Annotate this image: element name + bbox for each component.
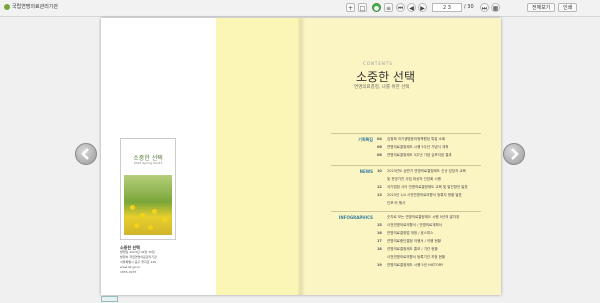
toc-text: 및 운영기관 사업 대상자 간담회 시행 <box>387 177 441 181</box>
cover-thumbnail: 소중한 선택 2023 Spring Vol.23 <box>120 138 176 240</box>
toc-text: 김정희 국가생명윤리정책원장 특집 소회 <box>387 137 446 141</box>
toc-item[interactable]: 17 연명의료중단결정 이행서 / 이행 현황 <box>377 239 441 244</box>
toc-item[interactable]: 10 2023년도 상반기 연명의료결정제도 신규 담당자 교육 <box>377 169 466 174</box>
print-button[interactable]: 인쇄 <box>558 3 578 12</box>
next-arrow-button[interactable] <box>503 143 525 165</box>
viewer-toolbar: 국립연명의료관리기관 + □ ● ≡ ⏮ ◀ ▶ 2 3 / 30 ⏭ ▦ 전체… <box>0 0 600 17</box>
site-name: 국립연명의료관리기관 <box>12 4 59 10</box>
toc-page: 13 <box>377 193 382 197</box>
next-page-icon[interactable]: ▶ <box>418 3 427 12</box>
prev-arrow-button[interactable] <box>75 143 97 165</box>
toc-item[interactable]: 19 연명의료결정제도 시행 5년 HISTORY <box>377 263 443 268</box>
total-pages: / 30 <box>464 4 474 10</box>
toc-item[interactable]: 인포 타 행사 <box>377 201 405 206</box>
view-all-button[interactable]: 전체보기 <box>527 3 556 12</box>
site-logo[interactable]: 국립연명의료관리기관 <box>4 3 58 10</box>
menu-icon[interactable]: ≡ <box>384 3 393 12</box>
section-title: INFOGRAPHICS <box>338 215 373 220</box>
divider <box>331 165 481 166</box>
toc-text: 연명의료결정제도 홍보 / 기관 현황 <box>387 247 438 251</box>
section-title: NEWS <box>359 169 373 174</box>
toc-page: 18 <box>377 247 382 251</box>
toc-item[interactable]: 06 연명의료결정제도 시행 5주년 기념식 개최 <box>377 145 448 150</box>
section-title: 기획특집 <box>358 137 373 142</box>
logo-icon <box>4 3 10 10</box>
toc-text: 연명의료결정제도 5주년 기념 심포지엄 결과 <box>387 153 452 157</box>
toc-page: 19 <box>377 263 382 267</box>
toc-item[interactable]: 12 국가법정 사이 연명의료결정제도 교육 및 발전방안 발표 <box>377 185 468 190</box>
zoom-in-button[interactable]: + <box>346 3 355 12</box>
toc-text: 2023년도 상반기 연명의료결정제도 신규 담당자 교육 <box>387 169 466 173</box>
toc-text: 숫자로 보는 연명의료결정제도 시행 5년의 발자취 <box>387 215 460 219</box>
last-page-icon[interactable]: ⏭ <box>480 3 489 12</box>
first-page-icon[interactable]: ⏮ <box>396 3 405 12</box>
fit-page-button[interactable]: □ <box>358 3 367 12</box>
toc-text: 사전연명의료의향서 / 연명의료계획서 <box>387 223 442 227</box>
toc-text: 사전연명의료의향서 등록기관 지정 현황 <box>387 255 446 259</box>
toc-item[interactable]: 13 2023년 1/4 사전연명의료의향서 등록자 현황 발표 <box>377 193 462 198</box>
divider <box>331 133 481 134</box>
toc-item[interactable]: 사전연명의료의향서 등록기관 지정 현황 <box>377 255 445 260</box>
toc-page: 12 <box>377 185 382 189</box>
toc-page: 04 <box>377 137 382 141</box>
toc-page: 17 <box>377 239 382 243</box>
contents-subtitle: 연명의료결정, 나를 위한 선택 <box>354 85 410 90</box>
toc-text: 연명의료결정제도 시행 5주년 기념식 개최 <box>387 145 449 149</box>
left-page: 소중한 선택 2023 Spring Vol.23 소중한 선택 발행일 202… <box>101 18 216 295</box>
toc-text: 국가법정 사이 연명의료결정제도 교육 및 발전방안 발표 <box>387 185 468 189</box>
cover-subtitle: 2023 Spring Vol.23 <box>133 161 163 165</box>
chevron-right-icon <box>511 148 519 160</box>
toc-item[interactable]: 숫자로 보는 연명의료결정제도 시행 5년의 발자취 <box>377 215 459 220</box>
toc-page: 08 <box>377 153 382 157</box>
toc-item[interactable]: 18 연명의료결정제도 홍보 / 기관 현황 <box>377 247 438 252</box>
page-number-input[interactable]: 2 3 <box>432 3 462 12</box>
toc-item[interactable]: 16 연명의료결정법 개정 / 호스피스 <box>377 231 433 236</box>
toc-text: 인포 타 행사 <box>387 201 406 205</box>
bottom-handle[interactable] <box>101 296 118 302</box>
toc-page: 10 <box>377 169 382 173</box>
left-page-yellow <box>216 18 301 295</box>
toc-item[interactable]: 04 김정희 국가생명윤리정책원장 특집 소회 <box>377 137 445 142</box>
chat-icon[interactable]: ● <box>372 3 381 12</box>
publication-info: 소중한 선택 발행일 2023년 04월 30일 발행처 국립연명의료관리기관 … <box>120 245 210 275</box>
toc-item[interactable]: 15 사전연명의료의향서 / 연명의료계획서 <box>377 223 442 228</box>
toc-page: 15 <box>377 223 382 227</box>
toc-item[interactable]: 08 연명의료결정제도 5주년 기념 심포지엄 결과 <box>377 153 452 158</box>
toc-text: 연명의료결정제도 시행 5년 HISTORY <box>387 263 444 267</box>
toc-text: 연명의료중단결정 이행서 / 이행 현황 <box>387 239 441 243</box>
contents-label: CONTENTS <box>363 61 393 66</box>
contents-title: 소중한 선택 <box>356 70 416 84</box>
toc-page: 16 <box>377 231 382 235</box>
cover-flower-image <box>124 175 172 235</box>
toc-item[interactable]: 및 운영기관 사업 대상자 간담회 시행 <box>377 177 441 182</box>
chevron-left-icon <box>81 148 89 160</box>
toc-page: 06 <box>377 145 382 149</box>
book-gutter <box>297 18 305 295</box>
pub-line: 1855-0075 <box>120 270 137 274</box>
toc-text: 연명의료결정법 개정 / 호스피스 <box>387 231 434 235</box>
book-spread[interactable]: 소중한 선택 2023 Spring Vol.23 소중한 선택 발행일 202… <box>101 18 501 295</box>
toc-text: 2023년 1/4 사전연명의료의향서 등록자 현황 발표 <box>387 193 462 197</box>
divider <box>331 211 481 212</box>
thumbnail-icon[interactable]: ▦ <box>491 3 500 12</box>
prev-page-icon[interactable]: ◀ <box>407 3 416 12</box>
